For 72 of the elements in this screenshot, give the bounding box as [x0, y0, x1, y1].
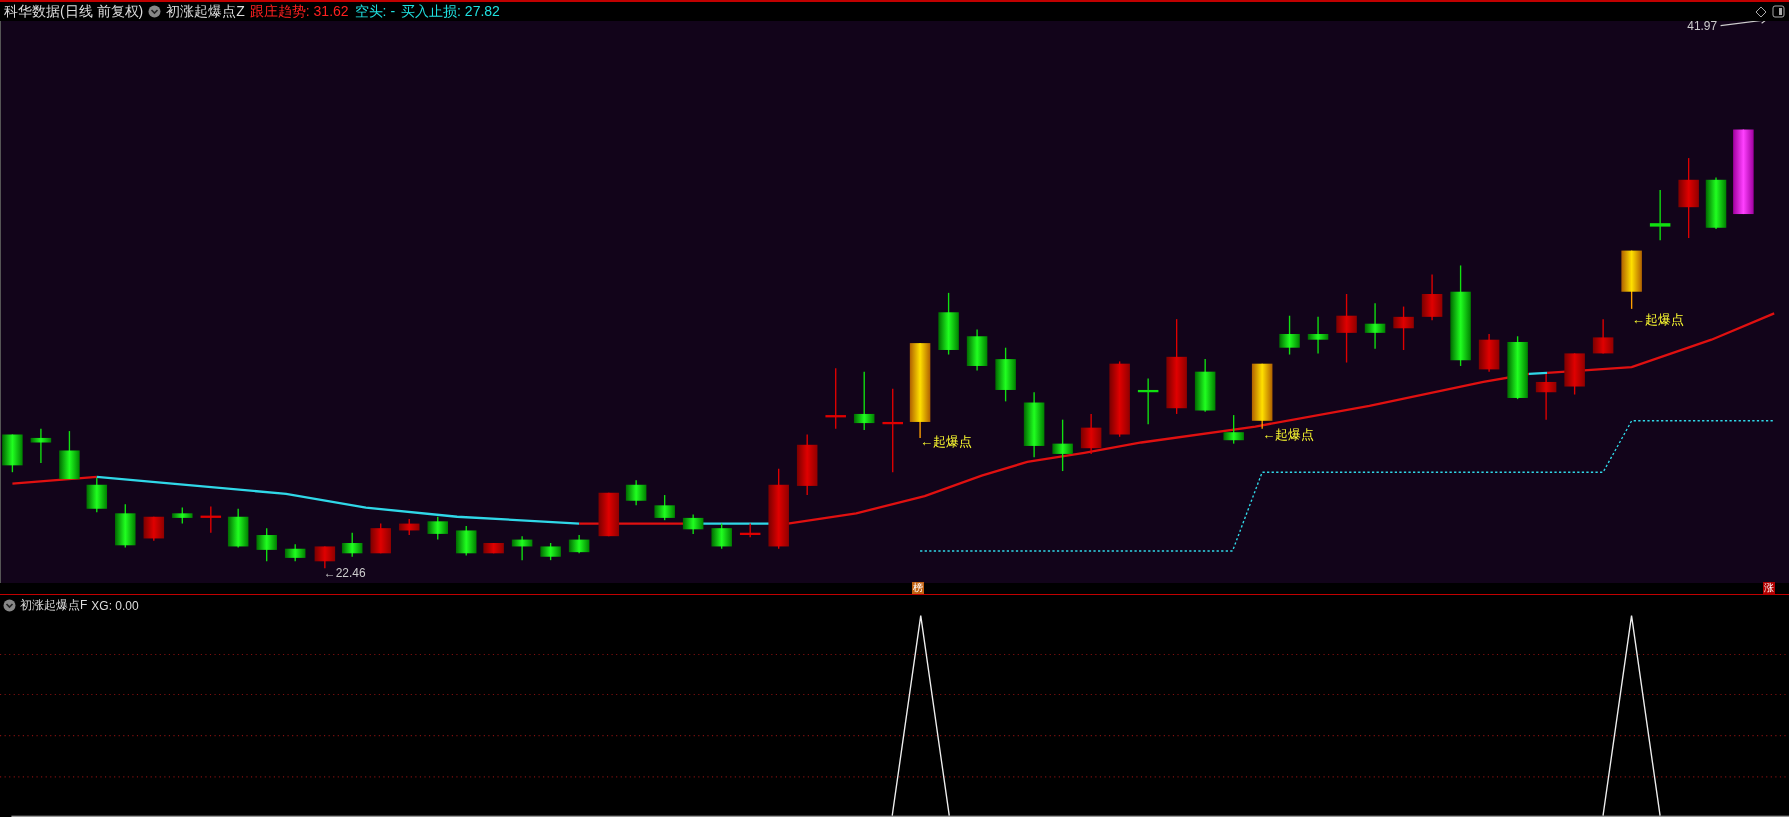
- candlestick: [370, 522, 391, 554]
- candlestick: [1194, 358, 1216, 413]
- candlestick: [398, 518, 420, 536]
- signal-label: ←起爆点: [1262, 427, 1315, 443]
- candlestick: [1251, 363, 1273, 430]
- candlestick: [995, 347, 1016, 403]
- candlestick: [1137, 377, 1159, 425]
- candlestick: [796, 433, 818, 496]
- candlestick: [227, 508, 249, 549]
- candlestick: [625, 479, 647, 506]
- candlestick: [825, 367, 846, 430]
- candlestick: [1478, 333, 1500, 373]
- candlestick: [966, 328, 988, 372]
- indicator-value: 买入止损: 27.82: [401, 3, 500, 20]
- candlestick: [1621, 249, 1642, 310]
- candlestick: [654, 494, 675, 521]
- candlestick: [1052, 418, 1073, 472]
- candlestick: [30, 428, 52, 464]
- panel-toggle-icon[interactable]: [1772, 5, 1785, 18]
- signal-label: ←起爆点: [920, 433, 973, 449]
- candlestick: [1307, 316, 1329, 355]
- candlestick: [341, 532, 363, 558]
- marker-badge: 涨: [1763, 582, 1775, 594]
- candlestick: [1336, 293, 1357, 364]
- candlestick: [682, 513, 704, 535]
- candlestick: [1564, 352, 1585, 396]
- diamond-icon[interactable]: [1755, 5, 1767, 18]
- candlestick: [456, 525, 477, 557]
- candlestick: [540, 542, 561, 561]
- indicator-value: XG: 0.00: [91, 598, 139, 613]
- price-label: 41.97: [1687, 21, 1718, 34]
- candlestick: [1592, 318, 1614, 355]
- candlestick: [284, 543, 306, 562]
- indicator-name: 初涨起爆点Z: [166, 3, 245, 20]
- candlestick: [1535, 373, 1557, 421]
- candlestick: [1364, 302, 1386, 350]
- candlestick: [1649, 189, 1671, 241]
- candlestick: [853, 371, 875, 431]
- indicator-name: 初涨起爆点F: [20, 597, 88, 614]
- candlestick: [598, 492, 620, 537]
- candlestick: [1080, 413, 1102, 455]
- marker-badge: 榜: [912, 582, 924, 594]
- candlestick: [200, 505, 222, 534]
- candlestick: [427, 516, 448, 541]
- candlestick: [143, 516, 165, 542]
- candlestick: [511, 535, 533, 561]
- candlestick: [568, 534, 590, 554]
- candlestick: [1023, 391, 1045, 459]
- indicator-value: 空头: -: [354, 3, 396, 20]
- signal-label: ←起爆点: [1631, 311, 1684, 327]
- price-label: ←22.46: [323, 566, 366, 581]
- candlestick: [2, 433, 23, 473]
- candlestick: [1279, 315, 1300, 356]
- stock-title: 科华数据(日线 前复权): [4, 3, 144, 20]
- candlestick: [1393, 305, 1414, 351]
- candlestick: [711, 522, 732, 550]
- candlestick: [59, 430, 80, 480]
- candlestick: [739, 522, 761, 538]
- candlestick: [483, 542, 504, 554]
- candlestick: [314, 545, 336, 569]
- indicator-value: 跟庄趋势: 31.62: [249, 3, 349, 20]
- dropdown-chevron-icon[interactable]: [3, 599, 16, 612]
- candlestick: [1705, 176, 1727, 230]
- candlestick: [172, 506, 193, 525]
- candlestick: [938, 292, 959, 356]
- candlestick: [86, 477, 108, 513]
- candlestick: [1507, 335, 1528, 400]
- candlestick: [256, 527, 277, 562]
- dropdown-chevron-icon[interactable]: [148, 5, 162, 18]
- candlestick: [1421, 273, 1443, 321]
- candlestick: [1223, 414, 1244, 445]
- candlestick: [115, 503, 136, 549]
